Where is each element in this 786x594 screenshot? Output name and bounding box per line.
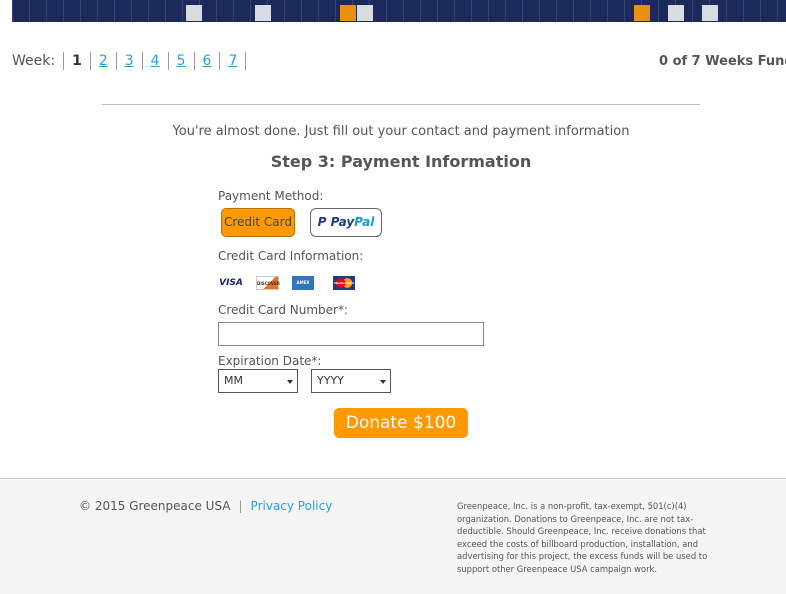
caret-down-icon xyxy=(287,380,293,384)
footer-links: © 2015 Greenpeace USA | Privacy Policy xyxy=(79,499,332,513)
credit-card-button[interactable]: Credit Card xyxy=(221,208,295,237)
divider xyxy=(102,104,700,105)
week-5-link[interactable]: 5 xyxy=(167,52,194,70)
banner-square xyxy=(634,5,650,21)
weeks-funded-status: 0 of 7 Weeks Funded xyxy=(659,54,786,69)
week-selector: Week: 1 2 3 4 5 6 7 xyxy=(12,52,247,70)
discover-icon: DISCOVER xyxy=(256,276,280,290)
caret-down-icon xyxy=(380,380,386,384)
expiration-month-select[interactable]: MM xyxy=(218,369,298,393)
payment-method-label: Payment Method: xyxy=(218,189,324,203)
week-4-link[interactable]: 4 xyxy=(141,52,168,70)
paypal-logo-text: Pal xyxy=(354,215,375,229)
week-link[interactable]: 5 xyxy=(177,53,186,69)
week-7-link[interactable]: 7 xyxy=(219,52,245,70)
banner-square xyxy=(668,5,684,21)
expiration-label: Expiration Date*: xyxy=(218,354,322,368)
week-label: Week: xyxy=(12,53,56,69)
footer: © 2015 Greenpeace USA | Privacy Policy Gre… xyxy=(0,478,786,594)
banner-square xyxy=(702,5,718,21)
cc-number-label: Credit Card Number*: xyxy=(218,303,349,317)
separator: | xyxy=(238,499,243,513)
week-1-current: 1 xyxy=(63,52,90,70)
week-6-link[interactable]: 6 xyxy=(193,52,220,70)
intro-text: You're almost done. Just fill out your c… xyxy=(172,124,630,139)
billboard-banner-image xyxy=(12,0,786,22)
month-value: MM xyxy=(224,374,243,387)
cc-info-label: Credit Card Information: xyxy=(218,249,364,263)
privacy-policy-link[interactable]: Privacy Policy xyxy=(251,499,333,513)
week-2-link[interactable]: 2 xyxy=(89,52,116,70)
page-title: Step 3: Payment Information xyxy=(270,152,532,171)
banner-square xyxy=(255,5,271,21)
banner-square xyxy=(340,5,356,21)
paypal-button[interactable]: P PayPal xyxy=(310,208,382,237)
legal-disclaimer: Greenpeace, Inc. is a non-profit, tax-ex… xyxy=(457,501,708,574)
week-link[interactable]: 7 xyxy=(228,53,237,69)
visa-icon: VISA xyxy=(219,278,243,288)
week-link[interactable]: 6 xyxy=(203,53,212,69)
week-3-link[interactable]: 3 xyxy=(115,52,142,70)
copyright: © 2015 Greenpeace USA xyxy=(79,499,231,513)
mastercard-icon: MasterCard xyxy=(333,276,355,290)
banner-square xyxy=(186,5,202,21)
paypal-logo-text: Pay xyxy=(330,215,355,229)
paypal-icon: P xyxy=(317,215,331,229)
week-link[interactable]: 2 xyxy=(99,53,108,69)
banner-square xyxy=(357,5,373,21)
cc-number-input[interactable] xyxy=(218,322,484,346)
donate-button[interactable]: Donate $100 xyxy=(334,408,468,438)
divider xyxy=(245,52,247,70)
amex-icon: AMEX xyxy=(292,276,314,290)
week-link[interactable]: 3 xyxy=(125,53,134,69)
expiration-year-select[interactable]: YYYY xyxy=(311,369,391,393)
week-link[interactable]: 4 xyxy=(151,53,160,69)
year-value: YYYY xyxy=(317,374,344,387)
